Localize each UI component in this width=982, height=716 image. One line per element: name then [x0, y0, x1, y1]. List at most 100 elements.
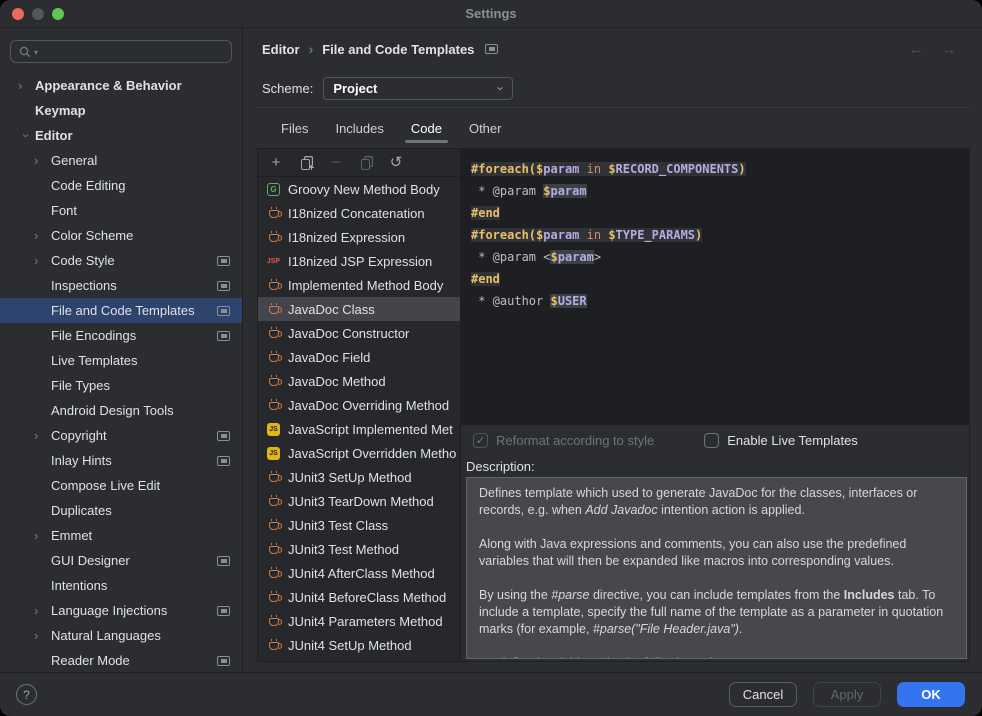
- live-templates-checkbox[interactable]: [704, 433, 719, 448]
- monitor-icon: [217, 431, 230, 441]
- minimize-window-icon[interactable]: [32, 8, 44, 20]
- template-list-item[interactable]: JSJavaScript Overridden Metho: [258, 441, 460, 465]
- search-box[interactable]: ▾: [10, 40, 232, 63]
- sidebar-item-intentions[interactable]: Intentions: [0, 573, 242, 598]
- template-list-item[interactable]: JUnit4 BeforeClass Method: [258, 585, 460, 609]
- chevron-right-icon[interactable]: ›: [34, 629, 51, 642]
- breadcrumb: Editor › File and Code Templates ← →: [257, 28, 970, 70]
- sidebar-item-reader-mode[interactable]: Reader Mode: [0, 648, 242, 672]
- template-list: GGroovy New Method BodyI18nized Concaten…: [258, 177, 460, 661]
- template-list-item[interactable]: JUnit3 Test Method: [258, 537, 460, 561]
- template-list-item[interactable]: JUnit4 SetUp Method: [258, 633, 460, 657]
- add-icon[interactable]: +: [268, 155, 284, 171]
- template-list-item[interactable]: GGroovy New Method Body: [258, 177, 460, 201]
- sidebar-item-file-and-code-templates[interactable]: File and Code Templates: [0, 298, 242, 323]
- ok-button[interactable]: OK: [897, 682, 965, 707]
- scheme-select[interactable]: Project ›: [323, 77, 513, 100]
- template-list-item[interactable]: Implemented Method Body: [258, 273, 460, 297]
- template-list-item[interactable]: JSJavaScript Implemented Met: [258, 417, 460, 441]
- cancel-button[interactable]: Cancel: [729, 682, 797, 707]
- sidebar-item-language-injections[interactable]: ›Language Injections: [0, 598, 242, 623]
- breadcrumb-editor[interactable]: Editor: [262, 42, 300, 57]
- sidebar-item-label: Intentions: [51, 578, 107, 593]
- template-list-item[interactable]: JUnit4 Parameters Method: [258, 609, 460, 633]
- sidebar-item-duplicates[interactable]: Duplicates: [0, 498, 242, 523]
- template-list-item-label: JUnit3 Test Class: [288, 518, 388, 533]
- sidebar-item-keymap[interactable]: Keymap: [0, 98, 242, 123]
- sidebar-item-label: Natural Languages: [51, 628, 161, 643]
- sidebar-item-copyright[interactable]: ›Copyright: [0, 423, 242, 448]
- tab-files[interactable]: Files: [281, 108, 308, 148]
- live-templates-option[interactable]: Enable Live Templates: [704, 433, 858, 448]
- java-file-icon: [266, 329, 281, 338]
- description-box: Defines template which used to generate …: [466, 477, 967, 659]
- chevron-down-icon[interactable]: ›: [20, 127, 33, 144]
- template-list-item[interactable]: JSPI18nized JSP Expression: [258, 249, 460, 273]
- sidebar-item-general[interactable]: ›General: [0, 148, 242, 173]
- template-list-item-label: JUnit4 AfterClass Method: [288, 566, 435, 581]
- chevron-right-icon[interactable]: ›: [18, 79, 35, 92]
- template-list-item[interactable]: JUnit4 AfterClass Method: [258, 561, 460, 585]
- sidebar-item-code-editing[interactable]: Code Editing: [0, 173, 242, 198]
- sidebar-item-font[interactable]: Font: [0, 198, 242, 223]
- java-file-icon: [266, 497, 281, 506]
- template-list-item[interactable]: JUnit3 SetUp Method: [258, 465, 460, 489]
- zoom-window-icon[interactable]: [52, 8, 64, 20]
- sidebar-item-emmet[interactable]: ›Emmet: [0, 523, 242, 548]
- apply-button[interactable]: Apply: [813, 682, 881, 707]
- template-list-item-label: Groovy New Method Body: [288, 182, 440, 197]
- template-list-item[interactable]: I18nized Concatenation: [258, 201, 460, 225]
- chevron-right-icon[interactable]: ›: [34, 154, 51, 167]
- sidebar-item-natural-languages[interactable]: ›Natural Languages: [0, 623, 242, 648]
- close-window-icon[interactable]: [12, 8, 24, 20]
- sidebar-item-appearance-behavior[interactable]: ›Appearance & Behavior: [0, 73, 242, 98]
- tab-includes[interactable]: Includes: [335, 108, 383, 148]
- chevron-right-icon[interactable]: ›: [34, 529, 51, 542]
- template-list-item[interactable]: JavaDoc Method: [258, 369, 460, 393]
- template-list-item[interactable]: I18nized Expression: [258, 225, 460, 249]
- monitor-icon: [217, 456, 230, 466]
- sidebar-item-code-style[interactable]: ›Code Style: [0, 248, 242, 273]
- chevron-right-icon[interactable]: ›: [34, 429, 51, 442]
- template-list-item[interactable]: JavaDoc Overriding Method: [258, 393, 460, 417]
- sidebar-item-color-scheme[interactable]: ›Color Scheme: [0, 223, 242, 248]
- sidebar-item-compose-live-edit[interactable]: Compose Live Edit: [0, 473, 242, 498]
- template-list-item-label: JUnit3 SetUp Method: [288, 470, 412, 485]
- search-input[interactable]: [40, 45, 224, 59]
- search-history-chevron-icon[interactable]: ▾: [34, 49, 38, 57]
- chevron-right-icon[interactable]: ›: [34, 229, 51, 242]
- sidebar-item-gui-designer[interactable]: GUI Designer: [0, 548, 242, 573]
- sidebar-item-inspections[interactable]: Inspections: [0, 273, 242, 298]
- tab-code[interactable]: Code: [411, 108, 442, 148]
- template-list-item[interactable]: JavaDoc Field: [258, 345, 460, 369]
- template-list-item-label: I18nized JSP Expression: [288, 254, 432, 269]
- monitor-icon: [217, 606, 230, 616]
- chevron-right-icon[interactable]: ›: [34, 254, 51, 267]
- tab-other[interactable]: Other: [469, 108, 502, 148]
- template-list-item[interactable]: JavaDoc Class: [258, 297, 460, 321]
- chevron-right-icon[interactable]: ›: [34, 604, 51, 617]
- template-list-item[interactable]: JUnit3 TearDown Method: [258, 489, 460, 513]
- sidebar-item-file-encodings[interactable]: File Encodings: [0, 323, 242, 348]
- template-list-item-label: JavaDoc Constructor: [288, 326, 409, 341]
- revert-icon[interactable]: ↺: [388, 155, 404, 171]
- help-icon[interactable]: ?: [16, 684, 37, 705]
- template-code-editor[interactable]: #foreach($param in $RECORD_COMPONENTS) *…: [461, 149, 969, 425]
- template-list-item[interactable]: JavaDoc Constructor: [258, 321, 460, 345]
- sidebar-item-editor[interactable]: ›Editor: [0, 123, 242, 148]
- sidebar-item-inlay-hints[interactable]: Inlay Hints: [0, 448, 242, 473]
- template-list-item-label: JavaDoc Method: [288, 374, 386, 389]
- forward-arrow-icon[interactable]: →: [942, 41, 956, 57]
- sidebar-item-file-types[interactable]: File Types: [0, 373, 242, 398]
- sidebar-item-label: Appearance & Behavior: [35, 78, 182, 93]
- sidebar-item-label: General: [51, 153, 97, 168]
- template-list-item-label: Implemented Method Body: [288, 278, 443, 293]
- sidebar-item-label: Reader Mode: [51, 653, 130, 668]
- sidebar-item-android-design-tools[interactable]: Android Design Tools: [0, 398, 242, 423]
- duplicate-icon[interactable]: +: [298, 155, 314, 171]
- back-arrow-icon[interactable]: ←: [909, 41, 923, 57]
- sidebar-item-live-templates[interactable]: Live Templates: [0, 348, 242, 373]
- sidebar-item-label: Inspections: [51, 278, 117, 293]
- template-list-item[interactable]: JUnit3 Test Class: [258, 513, 460, 537]
- code-line: * @author $USER: [471, 290, 959, 312]
